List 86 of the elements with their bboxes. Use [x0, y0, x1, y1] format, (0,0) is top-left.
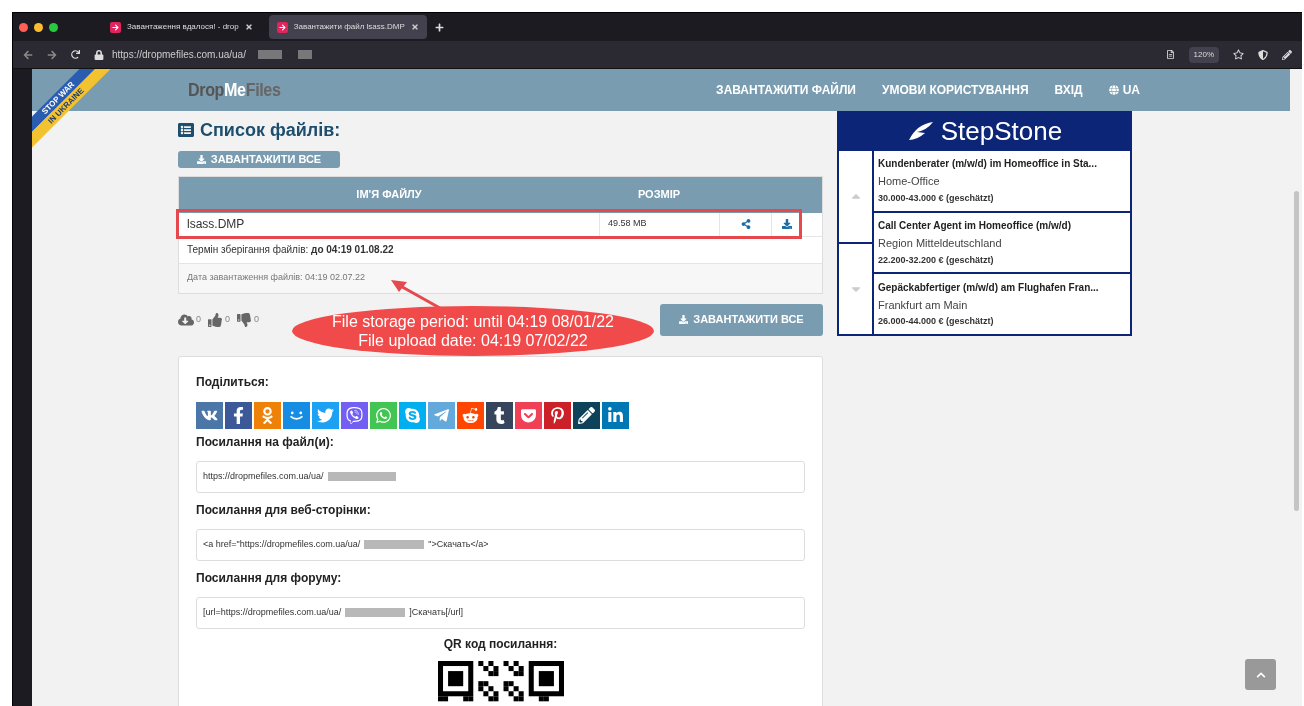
browser-tab[interactable]: Завантажити файл lsass.DMP — [268, 15, 427, 39]
skype-logo-icon — [404, 406, 421, 424]
close-icon[interactable] — [410, 23, 419, 31]
share-button[interactable] — [486, 401, 513, 429]
forward-icon[interactable] — [47, 49, 57, 60]
arrow-icon — [110, 21, 121, 33]
scrollbar-thumb[interactable] — [1293, 191, 1299, 511]
share-button[interactable] — [196, 401, 223, 429]
job-title: Gepäckabfertiger (m/w/d) am Flughafen Fran... — [878, 280, 1100, 295]
url-text: https://dropmefiles.com.ua/ua/ — [112, 48, 246, 62]
close-icon[interactable] — [244, 23, 253, 31]
phone-icon — [346, 406, 363, 424]
link-field[interactable]: https://dropmefiles.com.ua/ua/ — [196, 460, 805, 493]
share-button[interactable] — [225, 401, 252, 429]
address-bar[interactable]: https://dropmefiles.com.ua/ua/ — [94, 43, 1152, 66]
pinterest-logo-icon — [549, 406, 566, 424]
bird-icon — [317, 406, 334, 424]
new-tab-icon[interactable] — [434, 22, 444, 32]
file-name[interactable]: lsass.DMP — [179, 215, 599, 233]
zoom-level[interactable]: 120% — [1188, 46, 1219, 63]
job-salary: 26.000-44.000 € (geschätzt) — [878, 315, 995, 329]
lock-icon — [94, 49, 104, 60]
whatsapp-logo-icon — [375, 406, 392, 424]
storage-period-text: Термін зберігання файлів: до 04:19 01.08.22 — [187, 243, 394, 257]
back-icon[interactable] — [23, 49, 33, 60]
redaction-block — [297, 50, 312, 59]
field-label: Посилання для форуму: — [196, 569, 343, 587]
browser-tab[interactable]: Завантаження вдалося! - drop — [102, 15, 261, 39]
qr-label: QR код посилання: — [443, 635, 558, 653]
tab-title: Завантаження вдалося! - drop — [127, 21, 239, 33]
download-icon — [679, 315, 689, 324]
thumbs-up-icon[interactable] — [207, 312, 223, 327]
job-location: Frankfurt am Main — [878, 297, 969, 313]
globe-icon — [1108, 85, 1119, 95]
job-card[interactable]: Kundenberater (m/w/d) im Homeoffice in Sta... Home-Office 30.000-43.000 € (geschätzt) — [874, 151, 1130, 211]
share-button[interactable] — [602, 401, 629, 429]
count-text: 0 — [196, 313, 201, 326]
column-header: ІМ'Я ФАЙЛУ — [355, 187, 423, 203]
pocket-logo-icon — [520, 406, 537, 424]
pencil-icon — [578, 406, 595, 424]
redaction-block — [257, 50, 282, 59]
download-icon[interactable] — [782, 219, 792, 229]
section-title: Список файлів: — [200, 118, 341, 142]
upload-date-text: Дата завантаження файлів: 04:19 02.07.22 — [187, 271, 366, 285]
callout-text: File storage period: until 04:19 08/01/22 — [332, 312, 614, 331]
thumbs-down-icon[interactable] — [236, 312, 253, 327]
redaction-block — [327, 472, 396, 481]
reddit-logo-icon — [462, 406, 479, 424]
star-icon[interactable] — [1233, 49, 1244, 60]
reader-view-icon[interactable] — [1165, 50, 1175, 59]
paper-plane-icon — [433, 406, 450, 424]
share-title: Поділиться: — [196, 373, 270, 391]
download-icon — [196, 154, 206, 164]
job-salary: 30.000-43.000 € (geschätzt) — [878, 191, 995, 205]
job-ad[interactable] — [837, 111, 1132, 336]
field-label: Посилання на файл(и): — [196, 433, 335, 451]
job-title: Call Center Agent im Homeoffice (m/w/d) — [878, 219, 1072, 233]
callout-text: File upload date: 04:19 07/02/22 — [358, 331, 588, 350]
job-location: Home-Office — [878, 174, 941, 190]
ad-logo: StepStone — [940, 118, 1063, 144]
job-card[interactable]: Call Center Agent im Homeoffice (m/w/d) Region Mitteldeutschland 22.200-32.200 € (geschätzt) — [874, 212, 1130, 273]
odnoklassniki-logo-icon — [259, 406, 276, 424]
tab-title: Завантажити файл lsass.DMP — [293, 21, 405, 33]
count-text: 0 — [225, 313, 231, 326]
linkedin-logo-icon — [607, 406, 624, 424]
job-salary: 22.200-32.200 € (geschätzt) — [878, 253, 995, 267]
count-text: 0 — [254, 313, 260, 326]
job-location: Region Mitteldeutschland — [878, 236, 1003, 251]
reload-icon[interactable] — [71, 50, 80, 59]
redaction-block — [364, 540, 425, 549]
cloud-download-icon[interactable] — [178, 312, 194, 327]
list-icon — [178, 122, 194, 138]
share-button[interactable] — [341, 401, 368, 429]
arrow-icon — [276, 21, 288, 33]
job-card[interactable]: Gepäckabfertiger (m/w/d) am Flughafen Fran... Frankfurt am Main 26.000-44.000 € (geschätzt) — [874, 274, 1130, 334]
field-label: Посилання для веб-сторінки: — [196, 501, 372, 519]
link-field[interactable]: <a href="https://dropmefiles.com.ua/ua/ ">Скачать</a> — [196, 528, 805, 561]
link-field[interactable]: [url=https://dropmefiles.com.ua/ua/ ]Скачать[/url] — [196, 596, 805, 629]
redaction-block — [345, 608, 406, 617]
share-icon[interactable] — [740, 219, 751, 229]
file-size: 49.58 MB — [599, 212, 719, 236]
share-button[interactable] — [544, 401, 571, 429]
job-title: Kundenberater (m/w/d) im Homeoffice in Sta... — [878, 157, 1098, 172]
shield-icon[interactable] — [1258, 49, 1268, 60]
column-header: РОЗМІР — [636, 187, 682, 203]
share-button[interactable] — [573, 401, 600, 429]
